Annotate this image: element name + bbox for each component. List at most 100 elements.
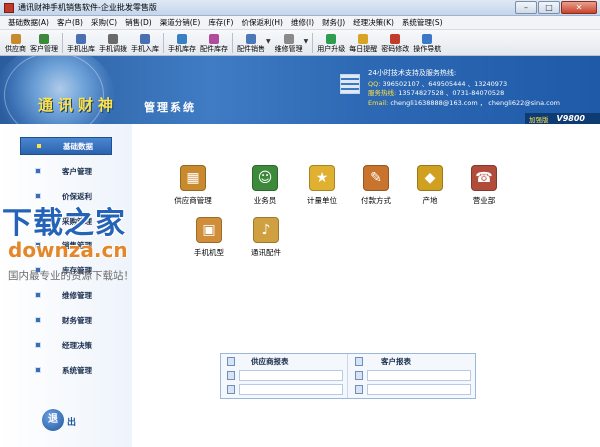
toolbar-supplier-button[interactable]: 供应商: [3, 30, 28, 55]
close-button[interactable]: ✕: [561, 1, 597, 14]
sidebar-item-system[interactable]: 系统管理: [20, 361, 112, 379]
toolbar-parts-stock-button[interactable]: 配件库存: [198, 30, 230, 55]
supplier-icon: [10, 34, 21, 44]
menu-manager[interactable]: 经理决策(K): [349, 17, 398, 28]
window-title: 通讯财神手机销售软件-企业批发零售版: [18, 3, 157, 12]
report-icon: [355, 357, 363, 366]
hotline-label: 服务热线:: [368, 89, 397, 97]
support-title: 24小时技术支持及服务热线:: [368, 69, 457, 77]
brand-name: 通讯财神: [38, 96, 119, 114]
toolbar-label: 手机库存: [168, 45, 196, 53]
toolbar-customer-button[interactable]: 客户管理: [28, 30, 60, 55]
toolbar-label: 每日提醒: [349, 45, 378, 53]
module-origin[interactable]: ◆ 产地: [400, 165, 460, 206]
watermark-url: downza.cn: [8, 238, 128, 262]
reminder-icon: [358, 34, 369, 44]
menu-system[interactable]: 系统管理(S): [398, 17, 447, 28]
report-panel: 供应商报表 客户报表: [220, 353, 476, 399]
toolbar-navigation-button[interactable]: 操作导航: [411, 30, 443, 55]
sidebar-item-finance[interactable]: 财务管理: [20, 311, 112, 329]
toolbar-label: 手机调拨: [99, 45, 127, 53]
toolbar-phone-transfer-button[interactable]: 手机调拨: [97, 30, 129, 55]
toolbar-reminder-button[interactable]: 每日提醒: [347, 30, 379, 55]
phone-transfer-icon: [108, 34, 118, 44]
sidebar-item-customer[interactable]: 客户管理: [20, 162, 112, 180]
toolbar-label: 配件库存: [200, 45, 228, 53]
bullet-icon: [36, 343, 40, 347]
toolbar-phone-stock-button[interactable]: 手机库存: [166, 30, 198, 55]
menu-purchase[interactable]: 采购(C): [87, 17, 121, 28]
menu-finance[interactable]: 财务(J): [318, 17, 349, 28]
toolbar-phone-out-button[interactable]: 手机出库: [65, 30, 97, 55]
module-unit[interactable]: ★ 计量单位: [292, 165, 352, 206]
sidebar-item-basic-data[interactable]: 基础数据: [20, 137, 112, 155]
parts-stock-icon: [209, 34, 219, 44]
chevron-down-icon[interactable]: ▼: [266, 38, 271, 45]
module-label: 产地: [422, 196, 438, 205]
toolbar-phone-in-button[interactable]: 手机入库: [129, 30, 161, 55]
upgrade-icon: [326, 34, 337, 44]
toolbar-repair-button[interactable]: 维修管理: [273, 30, 305, 55]
chevron-down-icon[interactable]: ▼: [304, 38, 309, 45]
support-email: Email: chengli1638888@163.com ， chengli6…: [368, 97, 560, 107]
module-payment[interactable]: ✎ 付款方式: [346, 165, 406, 206]
toolbar-label: 用户升级: [317, 45, 346, 53]
menu-price-protection[interactable]: 价保返利(H): [237, 17, 287, 28]
phone-in-icon: [140, 34, 150, 44]
customer-report-row[interactable]: [367, 370, 471, 381]
supplier-report-row[interactable]: [239, 384, 343, 395]
module-supplier[interactable]: ▦ 供应商管理: [163, 165, 223, 206]
module-label: 供应商管理: [174, 196, 212, 205]
menu-inventory[interactable]: 库存(F): [204, 17, 237, 28]
menu-customer[interactable]: 客户(B): [53, 17, 87, 28]
toolbar-separator: [62, 33, 63, 53]
sidebar-item-label: 维修管理: [62, 290, 92, 300]
toolbar-parts-sales-button[interactable]: 配件销售: [235, 30, 267, 55]
app-icon: [4, 2, 14, 13]
sidebar-item-label: 系统管理: [62, 365, 92, 375]
version-label: V9800: [556, 114, 585, 123]
bullet-icon: [36, 169, 40, 173]
watermark-slogan: 国内最专业的资源下载站！: [8, 270, 134, 282]
toolbar-upgrade-button[interactable]: 用户升级: [315, 30, 347, 55]
edition-tag: 加强版: [529, 115, 549, 124]
bullet-icon: [36, 318, 40, 322]
sidebar-item-repair[interactable]: 维修管理: [20, 286, 112, 304]
module-salesperson[interactable]: ☺ 业务员: [235, 165, 295, 206]
exit-button[interactable]: 退: [42, 409, 64, 431]
module-label: 手机机型: [194, 248, 224, 257]
payment-icon: ✎: [363, 165, 389, 191]
origin-icon: ◆: [417, 165, 443, 191]
phone-out-icon: [76, 34, 86, 44]
window-controls: – □ ✕: [515, 1, 597, 14]
password-icon: [390, 34, 401, 44]
menu-sales[interactable]: 销售(D): [121, 17, 156, 28]
supplier-report-title: 供应商报表: [251, 357, 289, 366]
maximize-button[interactable]: □: [538, 1, 560, 14]
phone-stock-icon: [177, 34, 187, 44]
module-branch[interactable]: ☎ 营业部: [454, 165, 514, 206]
toolbar-password-button[interactable]: 密码修改: [379, 30, 411, 55]
sidebar-item-manager[interactable]: 经理决策: [20, 336, 112, 354]
parts-sales-icon: [246, 34, 256, 44]
module-label: 通讯配件: [251, 248, 281, 257]
email-value: chengli1638888@163.com ， chengli622@sina…: [390, 99, 560, 107]
toolbar-label: 配件销售: [237, 45, 265, 53]
menu-channel[interactable]: 渠道分销(E): [156, 17, 205, 28]
module-parts[interactable]: ♪ 通讯配件: [236, 217, 296, 258]
menu-basic-data[interactable]: 基础数据(A): [4, 17, 53, 28]
supplier-manage-icon: ▦: [180, 165, 206, 191]
module-phone-model[interactable]: ▣ 手机机型: [179, 217, 239, 258]
toolbar-label: 供应商: [5, 45, 26, 53]
minimize-button[interactable]: –: [515, 1, 537, 14]
sidebar-item-label: 基础数据: [63, 141, 93, 151]
module-label: 计量单位: [307, 196, 337, 205]
report-icon: [227, 371, 235, 380]
exit-label[interactable]: 出: [67, 415, 76, 428]
menu-repair[interactable]: 维修(I): [287, 17, 318, 28]
customer-report-row[interactable]: [367, 384, 471, 395]
report-divider: [347, 354, 348, 398]
parts-icon: ♪: [253, 217, 279, 243]
supplier-report-row[interactable]: [239, 370, 343, 381]
toolbar-label: 手机入库: [131, 45, 159, 53]
